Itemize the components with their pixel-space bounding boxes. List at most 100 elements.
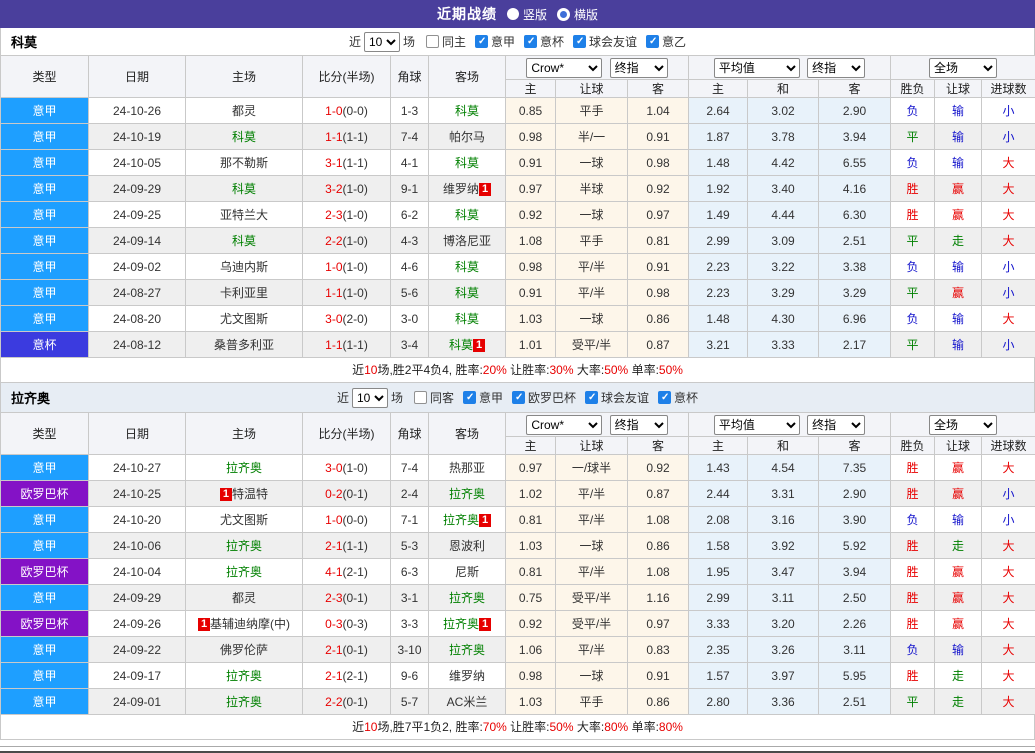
corners: 5-6	[391, 280, 429, 306]
result-goals: 大	[982, 150, 1035, 176]
handicap-odds: 0.98	[628, 150, 689, 176]
handicap-odds: 0.98	[506, 124, 556, 150]
result-handicap: 输	[935, 306, 982, 332]
corners: 3-3	[391, 611, 429, 637]
team-label: 科莫	[449, 338, 473, 352]
league-checkbox-serie-b[interactable]	[646, 35, 659, 48]
final-odds-select[interactable]: 终指	[807, 415, 865, 435]
odds-source-select[interactable]: Crow*	[526, 58, 602, 78]
average-select[interactable]: 平均值	[714, 415, 800, 435]
final-odds-select[interactable]: 终指	[610, 415, 668, 435]
radio-unselected-icon[interactable]	[557, 8, 570, 21]
average-select[interactable]: 平均值	[714, 58, 800, 78]
handicap-odds: 1.06	[506, 637, 556, 663]
league-badge: 意甲	[1, 533, 89, 559]
average-odds: 3.11	[819, 637, 891, 663]
result-goals: 大	[982, 585, 1035, 611]
result-goals: 小	[982, 507, 1035, 533]
match-count-select[interactable]: 10	[352, 388, 388, 408]
league-label: 球会友谊	[589, 33, 637, 50]
result-handicap: 赢	[935, 280, 982, 306]
team-label: 拉齐奥	[443, 617, 479, 631]
average-odds: 6.30	[819, 202, 891, 228]
result-handicap: 输	[935, 98, 982, 124]
handicap-odds: 0.86	[628, 306, 689, 332]
average-odds: 3.09	[748, 228, 819, 254]
handicap-odds: 0.97	[628, 611, 689, 637]
corners: 4-6	[391, 254, 429, 280]
home-team: 尤文图斯	[186, 306, 303, 332]
league-badge: 意甲	[1, 585, 89, 611]
league-label: 球会友谊	[601, 389, 649, 406]
match-date: 24-09-26	[89, 611, 186, 637]
near-label: 近	[349, 33, 361, 50]
league-checkbox-coppa[interactable]	[658, 391, 671, 404]
result-goals: 大	[982, 533, 1035, 559]
handicap-odds: 一球	[556, 306, 628, 332]
result-winlose: 胜	[891, 455, 935, 481]
score: 1-1(1-1)	[303, 124, 391, 150]
handicap-odds-header: Crow* 终指	[506, 413, 689, 437]
sub-header-avg-draw: 和	[748, 437, 819, 455]
score: 2-1(1-1)	[303, 533, 391, 559]
result-winlose: 平	[891, 689, 935, 715]
final-odds-select[interactable]: 终指	[610, 58, 668, 78]
league-badge: 意甲	[1, 689, 89, 715]
handicap-odds: 0.92	[628, 176, 689, 202]
league-checkbox-serie-a[interactable]	[475, 35, 488, 48]
near-label: 近	[337, 389, 349, 406]
home-team: 卡利亚里	[186, 280, 303, 306]
league-checkbox-friendly[interactable]	[573, 35, 586, 48]
league-checkbox-friendly[interactable]	[585, 391, 598, 404]
team-label: 亚特兰大	[220, 208, 268, 222]
same-venue-checkbox[interactable]	[414, 391, 427, 404]
average-odds: 3.90	[819, 507, 891, 533]
como-results-table: 类型 日期 主场 比分(半场) 角球 客场 Crow* 终指 平均值 终指 全场…	[0, 55, 1035, 358]
away-team: 维罗纳1	[429, 176, 506, 202]
handicap-odds: 0.75	[506, 585, 556, 611]
team-label: 拉齐奥	[226, 565, 262, 579]
page-bottom-divider	[0, 746, 1035, 753]
league-checkbox-serie-a[interactable]	[463, 391, 476, 404]
team-label: 特温特	[232, 487, 268, 501]
scope-select[interactable]: 全场	[929, 58, 997, 78]
red-card-badge: 1	[479, 618, 491, 631]
average-odds: 2.64	[689, 98, 748, 124]
team-label: 科莫	[455, 312, 479, 326]
team-label: 尤文图斯	[220, 312, 268, 326]
match-row: 意杯24-08-12桑普多利亚1-1(1-1)3-4科莫11.01受平/半0.8…	[1, 332, 1035, 358]
corners: 3-1	[391, 585, 429, 611]
sub-header-away-odds: 客	[628, 437, 689, 455]
average-odds: 3.33	[748, 332, 819, 358]
home-team: 亚特兰大	[186, 202, 303, 228]
match-row: 意甲24-10-05那不勒斯3-1(1-1)4-1科莫0.91一球0.981.4…	[1, 150, 1035, 176]
view-option-vertical[interactable]: 竖版	[507, 6, 547, 23]
odds-source-select[interactable]: Crow*	[526, 415, 602, 435]
score: 4-1(2-1)	[303, 559, 391, 585]
summary-segment: 单率:	[628, 363, 659, 377]
view-option-horizontal[interactable]: 横版	[557, 6, 598, 23]
league-checkbox-europa[interactable]	[512, 391, 525, 404]
team-label: 维罗纳	[449, 669, 485, 683]
corners: 9-6	[391, 663, 429, 689]
average-odds: 2.44	[689, 481, 748, 507]
league-checkbox-coppa[interactable]	[524, 35, 537, 48]
league-label: 欧罗巴杯	[528, 389, 576, 406]
handicap-odds: 1.03	[506, 533, 556, 559]
same-venue-checkbox[interactable]	[426, 35, 439, 48]
home-team: 拉齐奥	[186, 533, 303, 559]
team-label: 拉齐奥	[443, 513, 479, 527]
scope-select[interactable]: 全场	[929, 415, 997, 435]
summary-segment: 近	[352, 363, 364, 377]
final-odds-select[interactable]: 终指	[807, 58, 865, 78]
match-count-select[interactable]: 10	[364, 32, 400, 52]
radio-selected-icon[interactable]	[507, 8, 519, 20]
team-label: AC米兰	[447, 695, 488, 709]
average-odds: 3.29	[819, 280, 891, 306]
average-odds: 1.43	[689, 455, 748, 481]
handicap-odds: 0.83	[628, 637, 689, 663]
handicap-odds: 1.04	[628, 98, 689, 124]
team-name-lazio: 拉齐奥	[11, 388, 50, 407]
corners: 7-4	[391, 455, 429, 481]
average-odds: 2.80	[689, 689, 748, 715]
